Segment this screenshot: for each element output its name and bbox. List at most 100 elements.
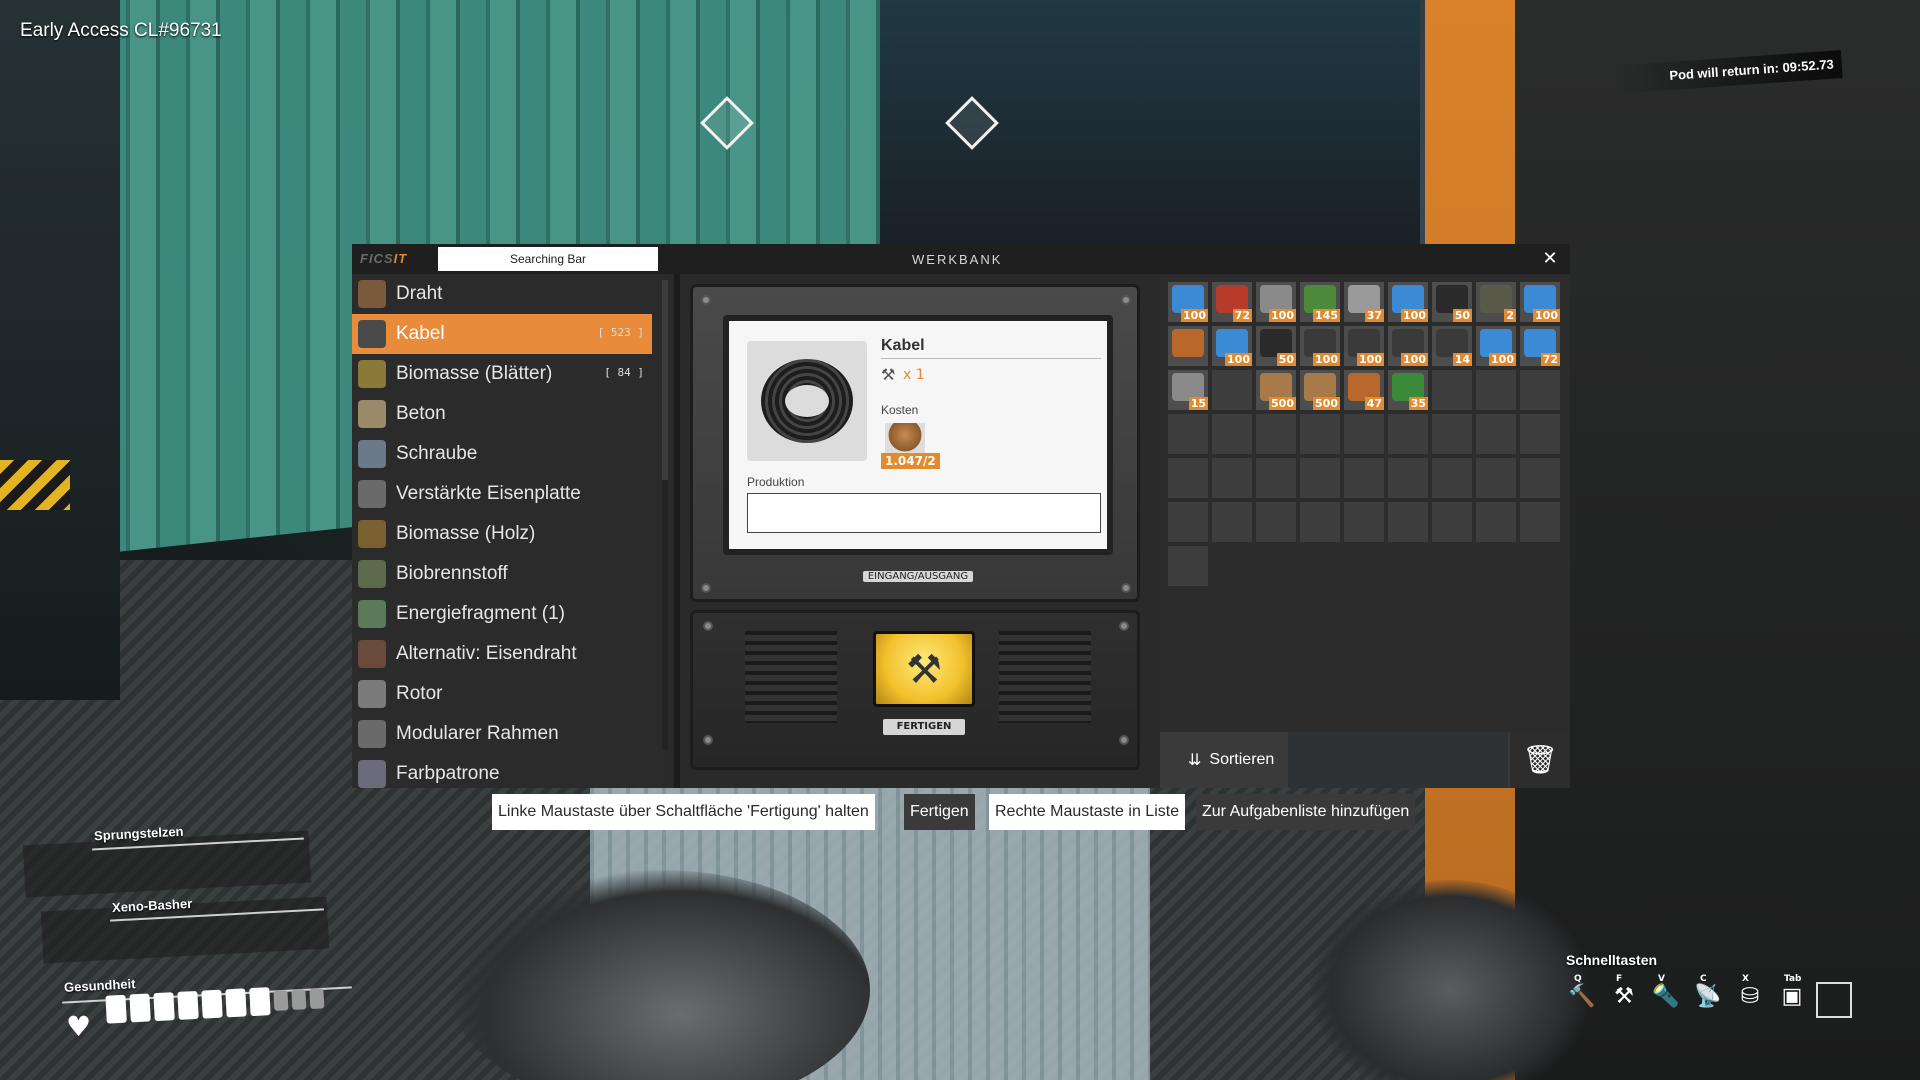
inventory-slot-empty[interactable] — [1212, 502, 1252, 542]
inventory-slot[interactable]: 100 — [1212, 326, 1252, 366]
quickbar-slot[interactable]: C 📡 — [1690, 974, 1726, 1014]
inventory-slot[interactable]: 47 — [1344, 370, 1384, 410]
recipe-item-icon — [358, 280, 386, 308]
inventory-slot-empty[interactable] — [1344, 414, 1384, 454]
search-input[interactable]: Searching Bar — [438, 247, 658, 271]
inventory-slot-empty[interactable] — [1520, 414, 1560, 454]
item-count: 100 — [1313, 353, 1340, 366]
scrollbar-thumb[interactable] — [662, 280, 668, 480]
recipe-list-scrollbar[interactable] — [662, 280, 668, 750]
recipe-item-label: Biobrennstoff — [396, 563, 508, 584]
inventory-slot-empty[interactable] — [1168, 546, 1208, 586]
health-segment — [309, 988, 325, 1010]
inventory-slot-empty[interactable] — [1432, 458, 1472, 498]
inventory-slot-empty[interactable] — [1300, 414, 1340, 454]
inventory-slot-empty[interactable] — [1256, 502, 1296, 542]
recipe-item[interactable]: Rotor — [352, 674, 652, 714]
inventory-slot[interactable]: 50 — [1256, 326, 1296, 366]
recipe-item[interactable]: Beton — [352, 394, 652, 434]
health-segment — [291, 989, 307, 1010]
quickbar-slot-empty[interactable] — [1816, 982, 1852, 1018]
quickbar-slot[interactable]: V 🔦 — [1648, 974, 1684, 1014]
inventory-slot[interactable]: 50 — [1432, 282, 1472, 322]
workbench-display: 1 Kabel ⚒ x 1 Kosten 1.047/2 Produktion … — [690, 284, 1140, 602]
inventory-slot-empty[interactable] — [1388, 414, 1428, 454]
recipe-item[interactable]: Biomasse (Blätter) [ 84 ] — [352, 354, 652, 394]
inventory-slot[interactable]: 100 — [1476, 326, 1516, 366]
inventory-slot-empty[interactable] — [1432, 502, 1472, 542]
inventory-slot-empty[interactable] — [1344, 458, 1384, 498]
inventory-slot-empty[interactable] — [1388, 458, 1428, 498]
recipe-item[interactable]: Farbpatrone — [352, 754, 652, 788]
inventory-slot[interactable] — [1476, 370, 1516, 410]
inventory-slot[interactable]: 145 — [1300, 282, 1340, 322]
recipe-item[interactable]: Kabel [ 523 ] — [352, 314, 652, 354]
inventory-slot[interactable]: 14 — [1432, 326, 1472, 366]
recipe-item[interactable]: Verstärkte Eisenplatte — [352, 474, 652, 514]
inventory-slot-empty[interactable] — [1212, 414, 1252, 454]
inventory-slot-empty[interactable] — [1300, 458, 1340, 498]
inventory-slot-empty[interactable] — [1520, 458, 1560, 498]
quickbar-tool-icon: ⚒ — [1614, 984, 1634, 1009]
inventory-slot[interactable]: 35 — [1388, 370, 1428, 410]
inventory-slot-empty[interactable] — [1432, 414, 1472, 454]
recipe-item-label: Biomasse (Blätter) — [396, 363, 553, 384]
inventory-slot[interactable]: 2 — [1476, 282, 1516, 322]
recipe-item[interactable]: Biobrennstoff — [352, 554, 652, 594]
inventory-slot-empty[interactable] — [1256, 458, 1296, 498]
recipe-item[interactable]: Schraube — [352, 434, 652, 474]
sort-button[interactable]: ⇊ Sortieren — [1188, 750, 1274, 770]
recipe-item[interactable]: Energiefragment (1) — [352, 594, 652, 634]
recipe-item-label: Schraube — [396, 443, 478, 464]
inventory-slot[interactable]: 500 — [1300, 370, 1340, 410]
quickbar-slot[interactable]: Tab ▣ — [1774, 974, 1810, 1014]
inventory-slot-empty[interactable] — [1476, 414, 1516, 454]
craft-button[interactable]: ⚒ — [873, 631, 975, 707]
quickbar-slot[interactable]: X ⛁ — [1732, 974, 1768, 1014]
inventory-slot-empty[interactable] — [1212, 458, 1252, 498]
inventory-slot[interactable]: 500 — [1256, 370, 1296, 410]
item-count: 500 — [1313, 397, 1340, 410]
recipe-item-icon — [358, 680, 386, 708]
inventory-slot[interactable] — [1432, 370, 1472, 410]
inventory-slot-empty[interactable] — [1520, 502, 1560, 542]
inventory-slot-empty[interactable] — [1476, 502, 1516, 542]
inventory-slot-empty[interactable] — [1168, 414, 1208, 454]
inventory-slot-empty[interactable] — [1168, 502, 1208, 542]
item-count: 100 — [1489, 353, 1516, 366]
health-segment — [225, 988, 247, 1018]
recipe-item[interactable]: Alternativ: Eisendraht — [352, 634, 652, 674]
inventory-slot-empty[interactable] — [1476, 458, 1516, 498]
trash-button[interactable]: 🗑 — [1510, 732, 1570, 788]
inventory-slot[interactable]: 100 — [1168, 282, 1208, 322]
inventory-slot[interactable]: 72 — [1212, 282, 1252, 322]
recipe-item-count: [ 84 ] — [604, 366, 644, 379]
recipe-item[interactable]: Biomasse (Holz) — [352, 514, 652, 554]
inventory-slot-empty[interactable] — [1168, 458, 1208, 498]
inventory-slot[interactable]: 100 — [1388, 326, 1428, 366]
recipe-item[interactable]: Draht — [352, 274, 652, 314]
inventory-slot[interactable] — [1168, 326, 1208, 366]
inventory-slot[interactable] — [1212, 370, 1252, 410]
inventory-slot[interactable] — [1520, 370, 1560, 410]
inventory-panel: 100 72 100 145 37 100 50 2 100 100 50 100 100 100 14 10… — [1160, 274, 1570, 788]
inventory-slot-empty[interactable] — [1388, 502, 1428, 542]
quickbar-slot[interactable]: F ⚒ — [1606, 974, 1642, 1014]
inventory-slot[interactable]: 100 — [1300, 326, 1340, 366]
recipe-item[interactable]: Modularer Rahmen — [352, 714, 652, 754]
inventory-slot[interactable]: 100 — [1344, 326, 1384, 366]
inventory-slot-empty[interactable] — [1256, 414, 1296, 454]
inventory-slot[interactable]: 100 — [1520, 282, 1560, 322]
inventory-slot-empty[interactable] — [1300, 502, 1340, 542]
quickbar-slot[interactable]: Q 🔨 — [1564, 974, 1600, 1014]
inventory-slot[interactable]: 100 — [1388, 282, 1428, 322]
inventory-slot[interactable]: 37 — [1344, 282, 1384, 322]
inventory-slot-empty[interactable] — [1344, 502, 1384, 542]
item-count: 100 — [1401, 353, 1428, 366]
inventory-slot[interactable]: 72 — [1520, 326, 1560, 366]
inventory-slot[interactable]: 15 — [1168, 370, 1208, 410]
bolt-icon — [1119, 735, 1129, 745]
inventory-slot[interactable]: 100 — [1256, 282, 1296, 322]
item-count: 37 — [1364, 309, 1384, 322]
close-button[interactable]: ✕ — [1530, 244, 1570, 274]
